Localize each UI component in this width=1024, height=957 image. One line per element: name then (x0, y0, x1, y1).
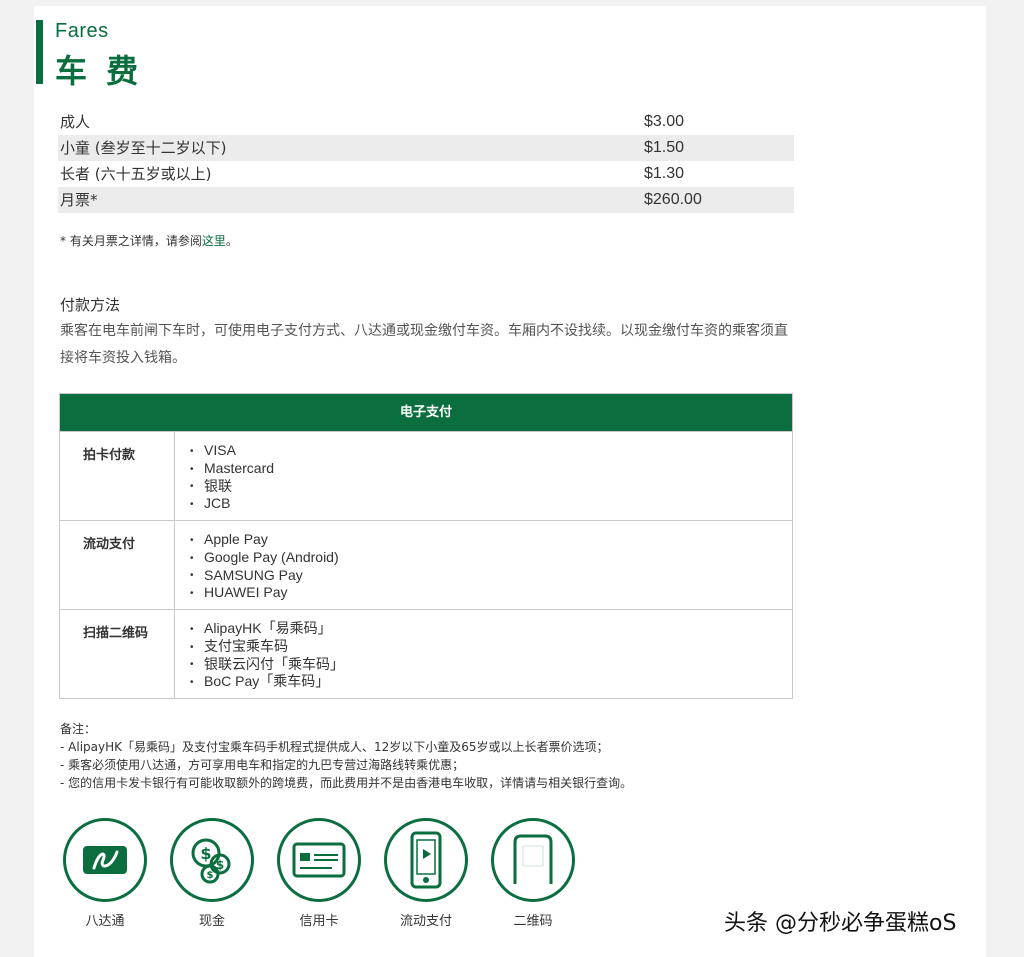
title-accent-bar (36, 20, 43, 84)
note-end: 。 (225, 234, 238, 248)
list-item: 银联云闪付「乘车码」 (190, 656, 344, 674)
epayment-table-header: 电子支付 (60, 394, 792, 431)
mobile-payment-method: 流动支付 (381, 818, 471, 929)
fare-row-adult: 成人 $3.00 (58, 109, 794, 135)
remarks-title: 备注： (60, 722, 97, 736)
remark-line: - AlipayHK「易乘码」及支付宝乘车码手机程式提供成人、12岁以下小童及6… (60, 740, 609, 754)
list-item: Mastercard (190, 460, 274, 478)
payment-category: 流动支付 (60, 521, 175, 609)
svg-text:$: $ (207, 870, 214, 881)
qr-code-icon (491, 818, 575, 902)
octopus-method: 八达通 (60, 818, 150, 929)
fare-amount: $3.00 (644, 113, 685, 130)
list-item: 支付宝乘车码 (190, 638, 344, 656)
payment-category: 扫描二维码 (60, 610, 175, 698)
list-item: BoC Pay「乘车码」 (190, 673, 344, 691)
epayment-table: 电子支付 拍卡付款 VISA Mastercard 银联 JCB 流动支付 Ap… (59, 393, 793, 699)
fare-row-child: 小童 (叁岁至十二岁以下) $1.50 (58, 135, 794, 161)
monthly-pass-note: * 有关月票之详情，请参阅这里。 (60, 232, 238, 249)
remarks: 备注： - AlipayHK「易乘码」及支付宝乘车码手机程式提供成人、12岁以下… (60, 720, 632, 792)
octopus-icon (63, 818, 147, 902)
note-text: * 有关月票之详情，请参阅 (60, 234, 202, 248)
payment-options-list: VISA Mastercard 银联 JCB (190, 442, 274, 513)
remark-line: - 您的信用卡发卡银行有可能收取额外的跨境费，而此费用并不是由香港电车收取，详情… (60, 776, 633, 790)
fare-label: 小童 (叁岁至十二岁以下) (60, 139, 227, 157)
list-item: HUAWEI Pay (190, 584, 339, 602)
icon-caption: 现金 (198, 914, 225, 929)
table-row: 拍卡付款 VISA Mastercard 银联 JCB (60, 431, 792, 520)
list-item: Apple Pay (190, 531, 339, 549)
payment-category: 拍卡付款 (60, 432, 175, 520)
payment-heading: 付款方法 (60, 296, 121, 314)
fare-amount: $1.50 (644, 139, 685, 156)
list-item: VISA (190, 442, 274, 460)
credit-card-method: 信用卡 (274, 818, 364, 929)
fare-row-senior: 长者 (六十五岁或以上) $1.30 (58, 161, 794, 187)
list-item: 银联 (190, 478, 274, 496)
monthly-pass-link[interactable]: 这里 (202, 234, 226, 248)
list-item: SAMSUNG Pay (190, 567, 339, 585)
fare-amount: $260.00 (644, 191, 702, 208)
table-row: 扫描二维码 AlipayHK「易乘码」 支付宝乘车码 银联云闪付「乘车码」 Bo… (60, 609, 792, 698)
page-title: 车 费 (55, 52, 143, 90)
title-english: Fares (55, 20, 109, 42)
watermark-text: 头条 @分秒必争蛋糕oS (724, 911, 957, 936)
icon-caption: 八达通 (85, 914, 125, 929)
cash-icon: $ $ $ (170, 818, 254, 902)
fare-label: 成人 (60, 113, 91, 131)
icon-caption: 流动支付 (399, 914, 452, 929)
list-item: Google Pay (Android) (190, 549, 339, 567)
fare-row-monthly: 月票* $260.00 (58, 187, 794, 213)
fare-table: 成人 $3.00 小童 (叁岁至十二岁以下) $1.50 长者 (六十五岁或以上… (58, 109, 794, 213)
payment-options-list: AlipayHK「易乘码」 支付宝乘车码 银联云闪付「乘车码」 BoC Pay「… (190, 620, 344, 691)
list-item: JCB (190, 495, 274, 513)
list-item: AlipayHK「易乘码」 (190, 620, 344, 638)
mobile-payment-icon (384, 818, 468, 902)
fare-amount: $1.30 (644, 165, 685, 182)
svg-text:$: $ (200, 844, 211, 863)
payment-options-list: Apple Pay Google Pay (Android) SAMSUNG P… (190, 531, 339, 602)
table-row: 流动支付 Apple Pay Google Pay (Android) SAMS… (60, 520, 792, 609)
cash-method: $ $ $ 现金 (167, 818, 257, 929)
remark-line: - 乘客必须使用八达通，方可享用电车和指定的九巴专营过海路线转乘优惠； (60, 758, 465, 772)
icon-caption: 二维码 (513, 914, 553, 929)
payment-description: 乘客在电车前闸下车时，可使用电子支付方式、八达通或现金缴付车资。车厢内不设找续。… (60, 323, 788, 366)
fare-label: 长者 (六十五岁或以上) (60, 165, 212, 183)
qr-code-method: 二维码 (488, 818, 578, 929)
credit-card-icon (277, 818, 361, 902)
fare-label: 月票* (60, 191, 98, 209)
icon-caption: 信用卡 (299, 914, 339, 929)
